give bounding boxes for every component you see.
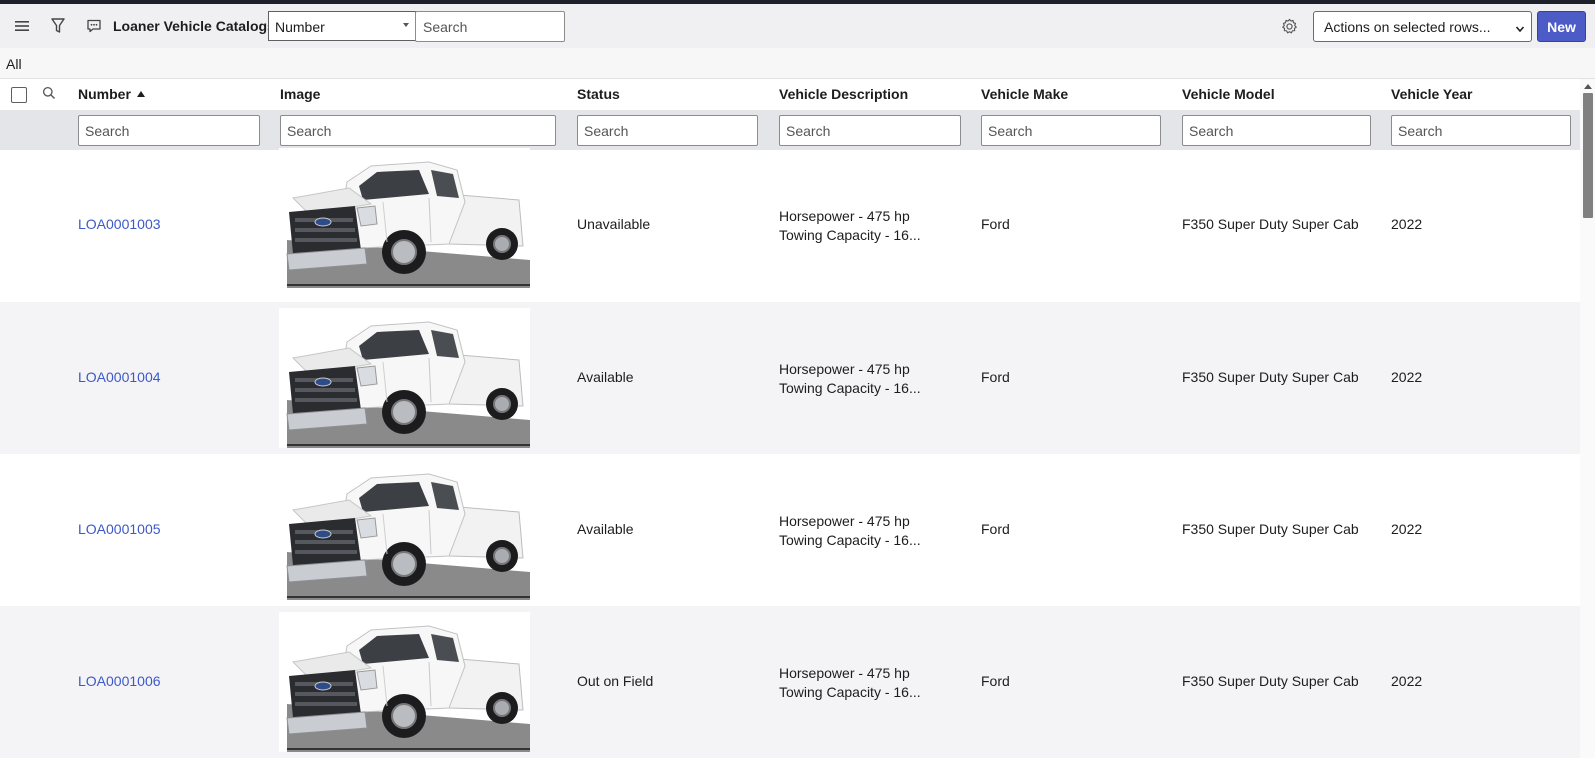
- row-vehicle-description: Horsepower - 475 hp Towing Capacity - 16.…: [779, 665, 921, 700]
- new-button[interactable]: New: [1537, 11, 1586, 42]
- row-status: Available: [577, 369, 634, 385]
- vehicle-image[interactable]: [279, 308, 530, 448]
- search-field-value: Number: [275, 19, 325, 35]
- table-row[interactable]: LOA0001004 Available Horsepower - 475 hp…: [0, 302, 1580, 454]
- search-field-select[interactable]: Number: [268, 11, 416, 41]
- row-vehicle-year: 2022: [1391, 673, 1423, 689]
- vehicle-image[interactable]: [279, 148, 530, 288]
- scrollbar-thumb[interactable]: [1583, 93, 1593, 218]
- filter-number-input[interactable]: Search: [78, 115, 260, 146]
- filter-vehicle-model-input[interactable]: Search: [1182, 115, 1371, 146]
- column-header-vehicle-model[interactable]: Vehicle Model: [1182, 86, 1275, 102]
- chevron-down-icon: [1515, 21, 1525, 37]
- column-header-vehicle-description[interactable]: Vehicle Description: [779, 86, 908, 102]
- row-vehicle-year: 2022: [1391, 216, 1423, 232]
- column-header-row: Number Image Status Vehicle Description …: [0, 79, 1580, 110]
- filter-icon[interactable]: [47, 15, 69, 37]
- row-vehicle-model: F350 Super Duty Super Cab: [1182, 369, 1359, 385]
- row-vehicle-make: Ford: [981, 369, 1010, 385]
- row-vehicle-model: F350 Super Duty Super Cab: [1182, 521, 1359, 537]
- row-status: Available: [577, 521, 634, 537]
- scroll-up-arrow-icon[interactable]: [1584, 84, 1592, 89]
- row-number-link[interactable]: LOA0001005: [78, 521, 161, 537]
- search-icon[interactable]: [42, 86, 56, 105]
- chevron-down-icon: [403, 23, 409, 27]
- breadcrumb-bar: All: [0, 48, 1595, 79]
- filter-image-input[interactable]: Search: [280, 115, 556, 146]
- select-all-checkbox[interactable]: [11, 87, 27, 103]
- row-number-link[interactable]: LOA0001003: [78, 216, 161, 232]
- table-row[interactable]: LOA0001006 Out on Field Horsepower - 475…: [0, 606, 1580, 758]
- table-row[interactable]: LOA0001005 Available Horsepower - 475 hp…: [0, 454, 1580, 606]
- row-vehicle-make: Ford: [981, 521, 1010, 537]
- row-vehicle-make: Ford: [981, 673, 1010, 689]
- table-row[interactable]: LOA0001003 Unavailable Horsepower - 475 …: [0, 148, 1580, 302]
- vehicle-image[interactable]: [279, 460, 530, 600]
- filter-status-input[interactable]: Search: [577, 115, 758, 146]
- row-vehicle-year: 2022: [1391, 369, 1423, 385]
- settings-gear-icon[interactable]: [1278, 15, 1300, 37]
- row-number-link[interactable]: LOA0001006: [78, 673, 161, 689]
- row-vehicle-model: F350 Super Duty Super Cab: [1182, 673, 1359, 689]
- column-header-status[interactable]: Status: [577, 86, 620, 102]
- row-vehicle-description: Horsepower - 475 hp Towing Capacity - 16.…: [779, 208, 921, 243]
- row-vehicle-description: Horsepower - 475 hp Towing Capacity - 16.…: [779, 513, 921, 548]
- sort-ascending-icon: [136, 91, 145, 97]
- filter-vehicle-year-input[interactable]: Search: [1391, 115, 1571, 146]
- column-header-vehicle-make[interactable]: Vehicle Make: [981, 86, 1068, 102]
- vehicle-catalog-table: LOA0001003 Unavailable Horsepower - 475 …: [0, 148, 1580, 758]
- breadcrumb[interactable]: All: [6, 56, 22, 72]
- list-toolbar: Loaner Vehicle Catalogs Number Search Ac…: [0, 4, 1595, 48]
- list-search-input[interactable]: Search: [415, 11, 565, 42]
- row-vehicle-make: Ford: [981, 216, 1010, 232]
- column-filter-row: Search Search Search Search Search Searc…: [0, 110, 1580, 150]
- row-status: Out on Field: [577, 673, 654, 689]
- vertical-scrollbar[interactable]: [1580, 79, 1595, 758]
- column-header-vehicle-year[interactable]: Vehicle Year: [1391, 86, 1472, 102]
- row-vehicle-model: F350 Super Duty Super Cab: [1182, 216, 1359, 232]
- column-header-image[interactable]: Image: [280, 86, 320, 102]
- filter-vehicle-make-input[interactable]: Search: [981, 115, 1161, 146]
- comment-icon[interactable]: [83, 15, 105, 37]
- row-vehicle-year: 2022: [1391, 521, 1423, 537]
- row-number-link[interactable]: LOA0001004: [78, 369, 161, 385]
- vehicle-image[interactable]: [279, 612, 530, 752]
- row-status: Unavailable: [577, 216, 651, 232]
- list-title: Loaner Vehicle Catalogs: [113, 18, 275, 34]
- row-vehicle-description: Horsepower - 475 hp Towing Capacity - 16.…: [779, 361, 921, 396]
- actions-select[interactable]: Actions on selected rows...: [1313, 11, 1532, 42]
- menu-icon[interactable]: [11, 15, 33, 37]
- column-header-number[interactable]: Number: [78, 86, 145, 102]
- actions-select-label: Actions on selected rows...: [1324, 19, 1491, 35]
- filter-vehicle-description-input[interactable]: Search: [779, 115, 961, 146]
